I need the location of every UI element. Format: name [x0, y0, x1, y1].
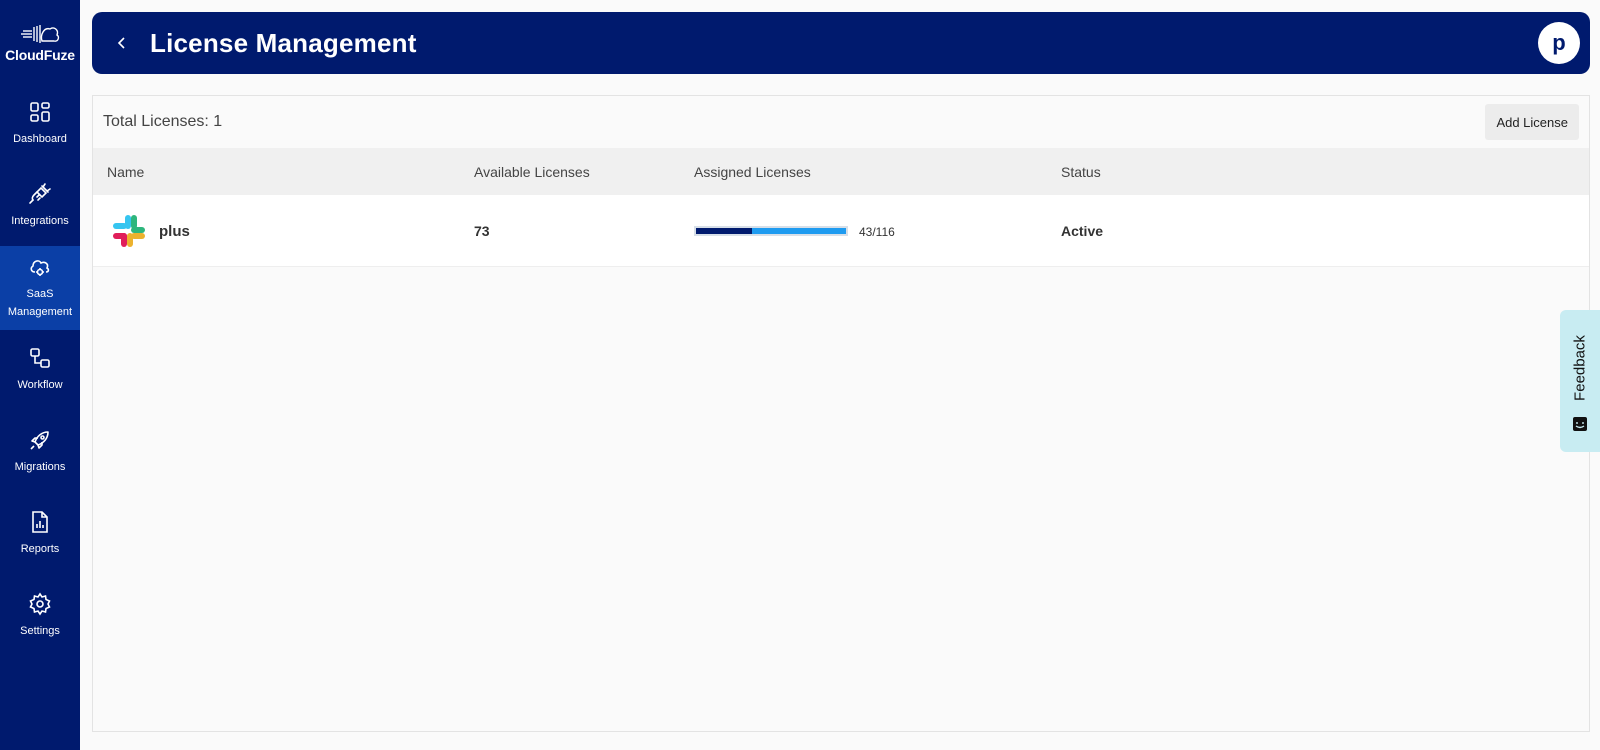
- table-header: Name Available Licenses Assigned License…: [93, 148, 1589, 195]
- sidebar-item-label: Settings: [20, 625, 60, 637]
- assigned-progress-bar: [694, 226, 848, 236]
- sidebar-item-dashboard[interactable]: Dashboard: [0, 82, 80, 166]
- gear-icon: [29, 592, 51, 616]
- page-header: License Management p: [92, 12, 1590, 74]
- logo[interactable]: CloudFuze: [0, 0, 80, 82]
- column-header-name[interactable]: Name: [107, 164, 144, 180]
- back-button[interactable]: [110, 31, 134, 55]
- sidebar-item-reports[interactable]: Reports: [0, 492, 80, 576]
- add-license-button[interactable]: Add License: [1485, 104, 1579, 140]
- rocket-icon: [30, 431, 49, 450]
- sidebar-item-label: Dashboard: [13, 133, 67, 145]
- plug-icon: [29, 183, 51, 204]
- sidebar-item-workflow[interactable]: Workflow: [0, 328, 80, 412]
- available-licenses-value: 73: [474, 223, 490, 239]
- dashboard-icon: [30, 102, 50, 122]
- sidebar-item-label: Integrations: [11, 215, 69, 227]
- sidebar-item-label: Migrations: [14, 461, 66, 473]
- feedback-tab[interactable]: Feedback: [1560, 310, 1600, 452]
- feedback-label: Feedback: [1571, 335, 1589, 401]
- sidebar-item-migrations[interactable]: Migrations: [0, 410, 80, 494]
- column-header-available[interactable]: Available Licenses: [474, 164, 590, 180]
- total-licenses-label: Total Licenses: 1: [103, 113, 223, 130]
- page-title: License Management: [150, 27, 417, 58]
- avatar[interactable]: p: [1538, 22, 1580, 64]
- panel-toolbar: Total Licenses: 1 Add License: [93, 96, 1589, 148]
- sidebar-item-integrations[interactable]: Integrations: [0, 164, 80, 248]
- report-icon: [32, 511, 48, 533]
- assigned-progress-fill: [696, 228, 752, 234]
- assigned-licenses-value: 43/116: [859, 225, 895, 239]
- license-panel: Total Licenses: 1 Add License Name Avail…: [92, 95, 1590, 732]
- slack-icon: [113, 215, 145, 247]
- workflow-icon: [30, 348, 50, 368]
- column-header-assigned[interactable]: Assigned Licenses: [694, 164, 811, 180]
- column-header-status[interactable]: Status: [1061, 164, 1101, 180]
- license-name: plus: [159, 223, 190, 240]
- sidebar-item-label: Reports: [20, 543, 60, 555]
- logo-text: CloudFuze: [5, 47, 75, 63]
- cloudfuze-logo-icon: [21, 25, 60, 43]
- status-badge: Active: [1061, 223, 1104, 239]
- table-row[interactable]: plus 73 43/116 Active: [93, 195, 1589, 267]
- sidebar-item-label: Workflow: [17, 379, 63, 391]
- sidebar-item-label: SaaS Management: [7, 288, 73, 318]
- sidebar-item-settings[interactable]: Settings: [0, 574, 80, 658]
- assigned-progress-track: [696, 228, 846, 234]
- chevron-left-icon: [117, 37, 125, 49]
- sidebar-item-saas-management[interactable]: SaaS Management: [0, 246, 80, 330]
- smiley-icon: [1573, 417, 1587, 431]
- cloud-gear-icon: [30, 260, 50, 276]
- sidebar: CloudFuze Dashboard Integrations SaaS Ma…: [0, 0, 80, 750]
